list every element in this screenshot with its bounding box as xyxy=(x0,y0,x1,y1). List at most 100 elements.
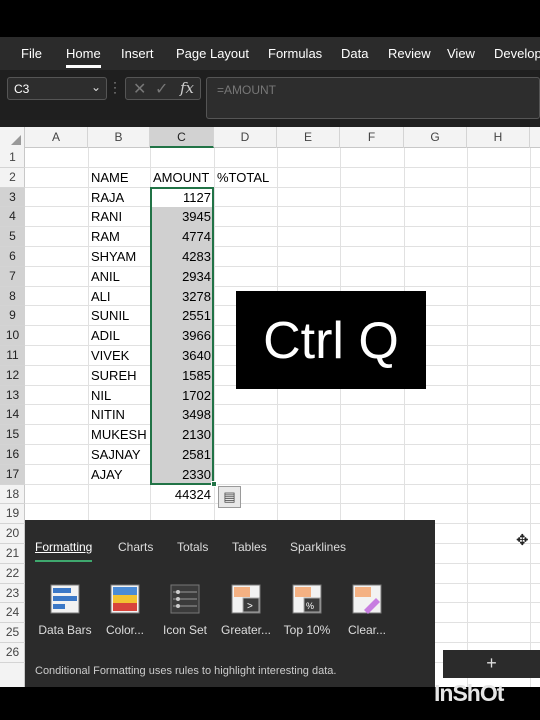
row-header-2[interactable]: 2 xyxy=(0,168,25,188)
name-cell[interactable]: MUKESH xyxy=(88,425,150,445)
amount-cell[interactable]: 3966 xyxy=(150,326,214,346)
tab-view[interactable]: View xyxy=(447,46,475,61)
amount-cell[interactable]: 2130 xyxy=(150,425,214,445)
column-header-c[interactable]: C xyxy=(150,127,214,148)
amount-cell[interactable]: 2581 xyxy=(150,445,214,465)
row-header-3[interactable]: 3 xyxy=(0,187,25,208)
row-header-8[interactable]: 8 xyxy=(0,286,25,307)
name-cell[interactable]: ANIL xyxy=(88,267,123,287)
header-amount-cell[interactable]: AMOUNT xyxy=(150,168,212,188)
data-bars-label: Data Bars xyxy=(38,623,92,637)
name-cell[interactable]: VIVEK xyxy=(88,346,132,366)
name-cell[interactable]: ALI xyxy=(88,287,114,307)
row-header-11[interactable]: 11 xyxy=(0,346,25,366)
row-header-12[interactable]: 12 xyxy=(0,365,25,386)
cancel-icon[interactable]: ✕ xyxy=(133,79,146,99)
amount-cell[interactable]: 3640 xyxy=(150,346,214,366)
name-cell[interactable]: NITIN xyxy=(88,405,128,425)
row-header-18[interactable]: 18 xyxy=(0,485,25,505)
icon-set-option[interactable]: Icon Set xyxy=(155,584,215,637)
name-cell[interactable]: SAJNAY xyxy=(88,445,144,465)
row-header-6[interactable]: 6 xyxy=(0,247,25,267)
color-scale-option[interactable]: Color... xyxy=(95,584,155,637)
amount-cell[interactable]: 1585 xyxy=(150,366,214,386)
name-cell[interactable]: NIL xyxy=(88,386,114,406)
insert-function-icon[interactable]: fx xyxy=(180,79,194,97)
row-header-15[interactable]: 15 xyxy=(0,425,25,445)
chevron-down-icon[interactable]: ⌄ xyxy=(91,80,101,94)
tab-charts[interactable]: Charts xyxy=(118,540,153,554)
add-sheet-button[interactable]: + xyxy=(443,650,540,678)
name-cell[interactable]: ADIL xyxy=(88,326,123,346)
select-all-corner[interactable] xyxy=(0,127,25,148)
clear-format-option[interactable]: Clear... xyxy=(337,584,397,637)
name-box[interactable]: C3 ⌄ xyxy=(7,77,107,100)
top-10-option[interactable]: % Top 10% xyxy=(277,584,337,637)
tab-data[interactable]: Data xyxy=(341,46,368,61)
more-options-icon[interactable]: · · · xyxy=(113,76,119,98)
row-header-20[interactable]: 20 xyxy=(0,524,25,544)
amount-cell[interactable]: 2934 xyxy=(150,267,214,287)
greater-than-option[interactable]: > Greater... xyxy=(216,584,276,637)
column-header-d[interactable]: D xyxy=(214,127,277,148)
row-header-1[interactable]: 1 xyxy=(0,148,25,168)
row-header-17[interactable]: 17 xyxy=(0,464,25,485)
row-header-19[interactable]: 19 xyxy=(0,504,25,525)
header-name-cell[interactable]: NAME xyxy=(88,168,132,188)
row-header-25[interactable]: 25 xyxy=(0,623,25,643)
column-header-b[interactable]: B xyxy=(88,127,150,148)
tab-totals[interactable]: Totals xyxy=(177,540,208,554)
name-cell[interactable]: SUREH xyxy=(88,366,140,386)
amount-cell[interactable]: 3278 xyxy=(150,287,214,307)
column-header-e[interactable]: E xyxy=(277,127,340,148)
tab-file[interactable]: File xyxy=(21,46,42,61)
amount-cell[interactable]: 4774 xyxy=(150,227,214,247)
total-cell[interactable]: 44324 xyxy=(150,485,214,505)
tab-page-layout[interactable]: Page Layout xyxy=(176,46,249,61)
name-cell[interactable]: RAJA xyxy=(88,188,127,208)
row-header-10[interactable]: 10 xyxy=(0,326,25,346)
name-cell[interactable]: SHYAM xyxy=(88,247,139,267)
amount-cell[interactable]: 3498 xyxy=(150,405,214,425)
row-header-13[interactable]: 13 xyxy=(0,385,25,406)
amount-cell[interactable]: 2330 xyxy=(150,465,214,485)
name-cell[interactable]: SUNIL xyxy=(88,306,132,326)
column-header-a[interactable]: A xyxy=(25,127,88,148)
amount-cell[interactable]: 1127 xyxy=(150,188,214,208)
tab-formatting[interactable]: Formatting xyxy=(35,540,93,562)
tab-review[interactable]: Review xyxy=(388,46,431,61)
tab-formulas[interactable]: Formulas xyxy=(268,46,322,61)
name-cell[interactable]: AJAY xyxy=(88,465,126,485)
shortcut-overlay: Ctrl Q xyxy=(236,291,426,389)
name-cell[interactable]: RAM xyxy=(88,227,123,247)
row-header-4[interactable]: 4 xyxy=(0,207,25,228)
formula-input[interactable]: =AMOUNT xyxy=(206,77,540,119)
row-header-26[interactable]: 26 xyxy=(0,643,25,663)
data-bars-option[interactable]: Data Bars xyxy=(35,584,95,637)
row-header-7[interactable]: 7 xyxy=(0,266,25,287)
row-header-22[interactable]: 22 xyxy=(0,564,25,584)
row-header-21[interactable]: 21 xyxy=(0,544,25,564)
header-percent-cell[interactable]: %TOTAL xyxy=(214,168,272,188)
row-header-14[interactable]: 14 xyxy=(0,405,25,426)
column-header-g[interactable]: G xyxy=(404,127,467,148)
enter-check-icon[interactable]: ✓ xyxy=(155,79,168,99)
tab-insert[interactable]: Insert xyxy=(121,46,154,61)
amount-cell[interactable]: 2551 xyxy=(150,306,214,326)
row-header-5[interactable]: 5 xyxy=(0,227,25,247)
amount-cell[interactable]: 1702 xyxy=(150,386,214,406)
column-header-f[interactable]: F xyxy=(340,127,404,148)
row-header-16[interactable]: 16 xyxy=(0,445,25,465)
tab-home[interactable]: Home xyxy=(66,46,101,68)
column-header-h[interactable]: H xyxy=(467,127,530,148)
row-header-24[interactable]: 24 xyxy=(0,603,25,624)
tab-sparklines[interactable]: Sparklines xyxy=(290,540,346,554)
tab-developer[interactable]: Develop xyxy=(494,46,540,61)
tab-tables[interactable]: Tables xyxy=(232,540,267,554)
row-header-23[interactable]: 23 xyxy=(0,584,25,604)
row-header-9[interactable]: 9 xyxy=(0,306,25,327)
name-cell[interactable]: RANI xyxy=(88,207,125,227)
amount-cell[interactable]: 3945 xyxy=(150,207,214,227)
quick-analysis-icon[interactable]: ▤ xyxy=(218,486,241,508)
amount-cell[interactable]: 4283 xyxy=(150,247,214,267)
